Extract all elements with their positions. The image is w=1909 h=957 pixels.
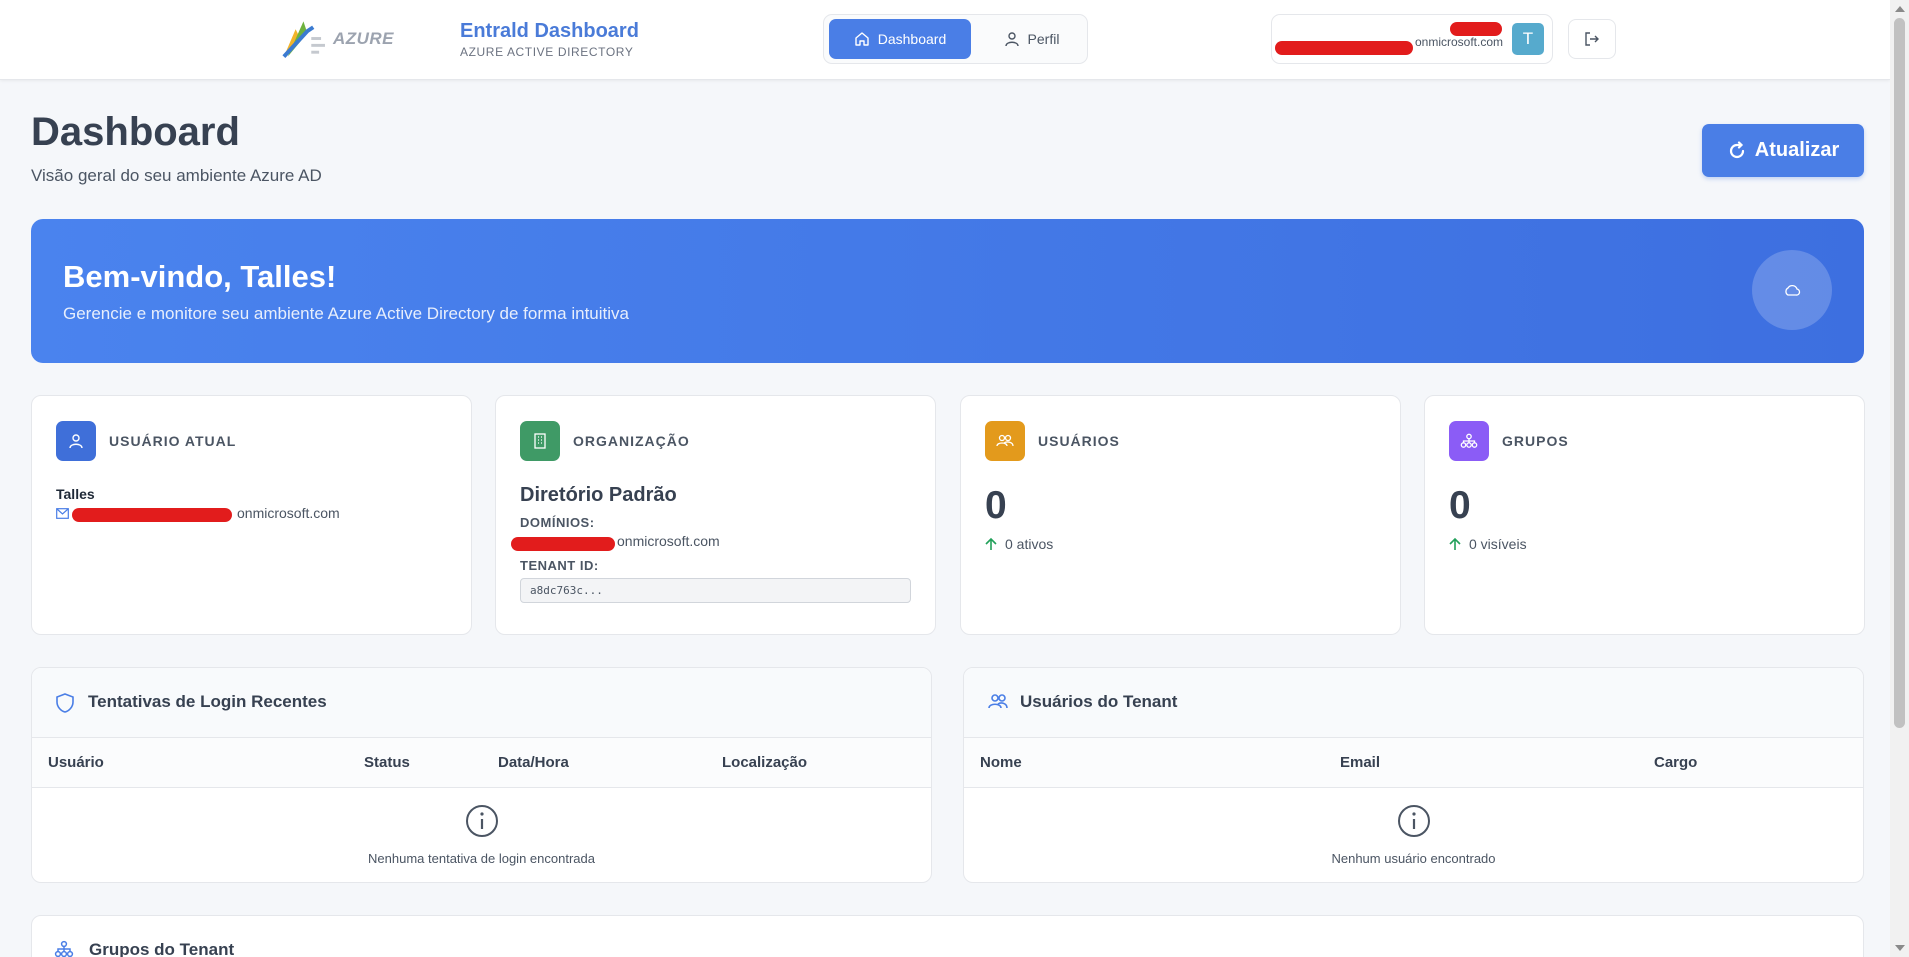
column-header[interactable]: Usuário (48, 754, 104, 771)
current-user-name: Talles (56, 486, 95, 502)
avatar[interactable]: T (1512, 23, 1544, 55)
scroll-up-arrow-icon[interactable] (1895, 6, 1905, 12)
empty-state: Nenhum usuário encontrado (964, 804, 1863, 866)
main-nav: Dashboard Perfil (823, 14, 1088, 64)
arrow-up-icon (1449, 537, 1461, 550)
building-icon (520, 421, 560, 461)
logo-rocket-icon (282, 21, 325, 58)
nav-dashboard-label: Dashboard (877, 31, 947, 47)
current-user-email: onmicrosoft.com (237, 505, 340, 521)
table-header: Nome Email Cargo (964, 738, 1863, 788)
top-header: AZURE Entrald Dashboard AZURE ACTIVE DIR… (0, 0, 1890, 80)
brand-title: Entrald Dashboard (460, 20, 639, 42)
login-attempts-panel: Tentativas de Login Recentes Usuário Sta… (31, 667, 932, 883)
mail-icon (56, 507, 69, 519)
info-icon (1397, 805, 1430, 837)
redaction-mark (72, 508, 232, 522)
cloud-icon (1752, 250, 1832, 330)
tenant-groups-panel: Grupos do Tenant (31, 915, 1864, 957)
refresh-label: Atualizar (1754, 139, 1840, 161)
redaction-mark (1275, 41, 1413, 55)
welcome-banner: Bem-vindo, Talles! Gerencie e monitore s… (31, 219, 1864, 363)
column-header[interactable]: Cargo (1654, 754, 1697, 771)
users-icon (985, 421, 1025, 461)
column-header[interactable]: Status (364, 754, 410, 771)
column-header[interactable]: Data/Hora (498, 754, 569, 771)
redaction-mark (511, 537, 615, 551)
app-logo[interactable]: AZURE (278, 16, 394, 62)
user-icon (56, 421, 96, 461)
tenant-users-panel: Usuários do Tenant Nome Email Cargo Nenh… (963, 667, 1864, 883)
panel-header: Usuários do Tenant (964, 668, 1863, 738)
home-icon (855, 32, 869, 46)
card-label: ORGANIZAÇÃO (573, 433, 690, 449)
card-label: GRUPOS (1502, 433, 1569, 449)
user-menu[interactable]: onmicrosoft.com T (1271, 14, 1553, 64)
tenant-id-label: TENANT ID: (520, 558, 599, 573)
arrow-up-icon (985, 537, 997, 550)
scroll-down-arrow-icon[interactable] (1895, 945, 1905, 951)
sitemap-icon (54, 940, 74, 957)
column-header[interactable]: Email (1340, 754, 1380, 771)
current-user-card: USUÁRIO ATUAL Talles onmicrosoft.com (31, 395, 472, 635)
page-title: Dashboard (31, 110, 240, 154)
logout-button[interactable] (1568, 19, 1616, 59)
page-scrollbar[interactable] (1890, 0, 1909, 957)
users-card: USUÁRIOS 0 0 ativos (960, 395, 1401, 635)
organization-name: Diretório Padrão (520, 484, 677, 506)
users-count: 0 (985, 484, 1007, 527)
column-header[interactable]: Nome (980, 754, 1022, 771)
users-icon (988, 694, 1008, 709)
sitemap-icon (1449, 421, 1489, 461)
panel-title: Tentativas de Login Recentes (88, 692, 327, 711)
panel-title: Usuários do Tenant (1020, 692, 1178, 711)
info-icon (465, 805, 498, 837)
users-trend: 0 ativos (985, 536, 1053, 552)
groups-trend: 0 visíveis (1449, 536, 1527, 552)
empty-text: Nenhum usuário encontrado (1331, 851, 1496, 866)
page-subtitle: Visão geral do seu ambiente Azure AD (31, 166, 322, 185)
welcome-subtitle: Gerencie e monitore seu ambiente Azure A… (63, 304, 629, 323)
groups-trend-text: 0 visíveis (1469, 536, 1527, 552)
table-header: Usuário Status Data/Hora Localização (32, 738, 931, 788)
groups-count: 0 (1449, 484, 1471, 527)
logo-text: AZURE (332, 29, 394, 48)
refresh-icon (1729, 140, 1744, 158)
tenant-id-value[interactable]: a8dc763c... (520, 578, 911, 603)
users-trend-text: 0 ativos (1005, 536, 1054, 552)
panel-title: Grupos do Tenant (89, 940, 235, 957)
domains-label: DOMÍNIOS: (520, 515, 595, 530)
nav-dashboard-button[interactable]: Dashboard (829, 19, 971, 59)
logout-icon (1585, 32, 1599, 46)
shield-icon (56, 693, 74, 713)
column-header[interactable]: Localização (722, 754, 807, 771)
panel-header: Tentativas de Login Recentes (32, 668, 931, 738)
groups-card: GRUPOS 0 0 visíveis (1424, 395, 1865, 635)
user-icon (1004, 32, 1019, 47)
card-label: USUÁRIO ATUAL (109, 433, 237, 449)
refresh-button[interactable]: Atualizar (1702, 124, 1864, 177)
empty-state: Nenhuma tentativa de login encontrada (32, 804, 931, 866)
organization-card: ORGANIZAÇÃO Diretório Padrão DOMÍNIOS: o… (495, 395, 936, 635)
nav-profile-button[interactable]: Perfil (979, 19, 1084, 59)
empty-text: Nenhuma tentativa de login encontrada (368, 851, 595, 866)
redaction-mark (1450, 22, 1502, 36)
nav-profile-label: Perfil (1027, 31, 1060, 47)
brand-subtitle: AZURE ACTIVE DIRECTORY (460, 45, 634, 59)
card-label: USUÁRIOS (1038, 433, 1120, 449)
welcome-title: Bem-vindo, Talles! (63, 259, 337, 294)
scrollbar-thumb[interactable] (1894, 18, 1905, 728)
brand: Entrald Dashboard AZURE ACTIVE DIRECTORY (460, 20, 639, 59)
